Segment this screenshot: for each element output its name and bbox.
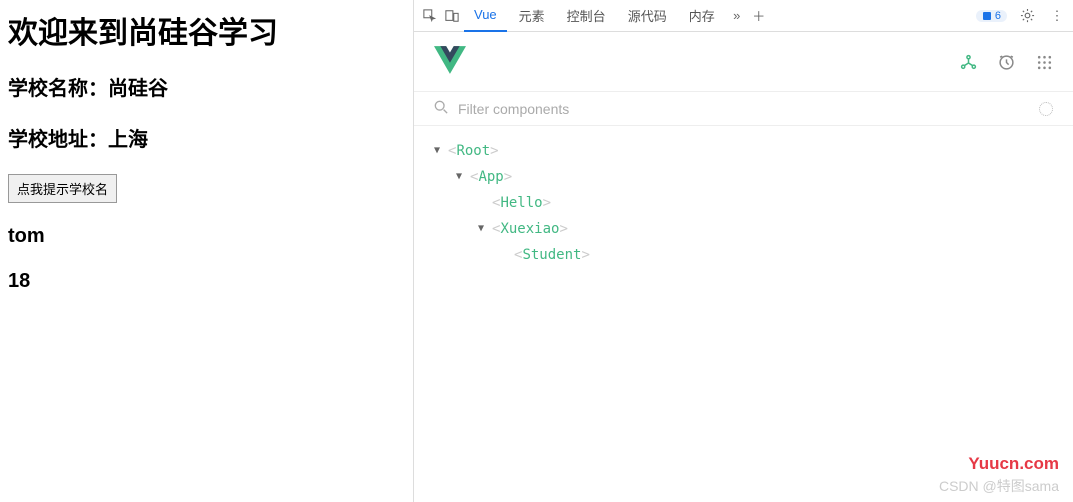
school-name: 学校名称：尚硅谷 [8, 72, 405, 101]
student-name: tom [8, 225, 405, 248]
school-address: 学校地址：上海 [8, 123, 405, 152]
tab-console[interactable]: 控制台 [557, 0, 616, 32]
tree-node-hello[interactable]: <Hello> [434, 190, 1053, 216]
components-view-icon[interactable] [959, 54, 977, 72]
timeline-view-icon[interactable] [997, 54, 1015, 72]
kebab-icon[interactable]: ⋮ [1047, 6, 1067, 26]
filter-input[interactable] [458, 101, 1039, 117]
tree-node-app[interactable]: ▼ <App> [434, 164, 1053, 190]
tab-memory[interactable]: 内存 [679, 0, 725, 32]
tab-sources[interactable]: 源代码 [618, 0, 677, 32]
device-toggle-icon[interactable] [442, 6, 462, 26]
caret-down-icon: ▼ [478, 216, 492, 242]
app-content: 欢迎来到尚硅谷学习 学校名称：尚硅谷 学校地址：上海 点我提示学校名 tom 1… [0, 0, 413, 502]
badge-count: 6 [995, 10, 1001, 22]
devtools-tabbar: Vue 元素 控制台 源代码 内存 » ＋ 6 ⋮ [414, 0, 1073, 32]
caret-down-icon: ▼ [456, 164, 470, 190]
student-age: 18 [8, 270, 405, 293]
caret-down-icon: ▼ [434, 138, 448, 164]
add-tab-icon[interactable]: ＋ [749, 6, 769, 26]
tab-elements[interactable]: 元素 [509, 0, 555, 32]
vue-logo-icon [434, 46, 466, 79]
component-tree: ▼ <Root> ▼ <App> <Hello> ▼ <Xuexiao> <St… [414, 126, 1073, 280]
devtools-panel: Vue 元素 控制台 源代码 内存 » ＋ 6 ⋮ [413, 0, 1073, 502]
vue-devtools-header [414, 32, 1073, 92]
search-icon [434, 100, 448, 117]
issues-badge[interactable]: 6 [976, 10, 1007, 22]
watermark-site: Yuucn.com [968, 454, 1059, 474]
inspect-icon[interactable] [420, 6, 440, 26]
tree-node-root[interactable]: ▼ <Root> [434, 138, 1053, 164]
tree-node-student[interactable]: <Student> [434, 242, 1053, 268]
more-view-icon[interactable] [1035, 54, 1053, 72]
loading-icon [1039, 102, 1053, 116]
show-school-button[interactable]: 点我提示学校名 [8, 174, 117, 203]
gear-icon[interactable] [1017, 6, 1037, 26]
more-tabs-icon[interactable]: » [727, 6, 747, 26]
tree-node-xuexiao[interactable]: ▼ <Xuexiao> [434, 216, 1053, 242]
watermark-csdn: CSDN @特图sama [939, 476, 1059, 496]
filter-bar [414, 92, 1073, 126]
page-title: 欢迎来到尚硅谷学习 [8, 8, 405, 52]
tab-vue[interactable]: Vue [464, 0, 507, 32]
